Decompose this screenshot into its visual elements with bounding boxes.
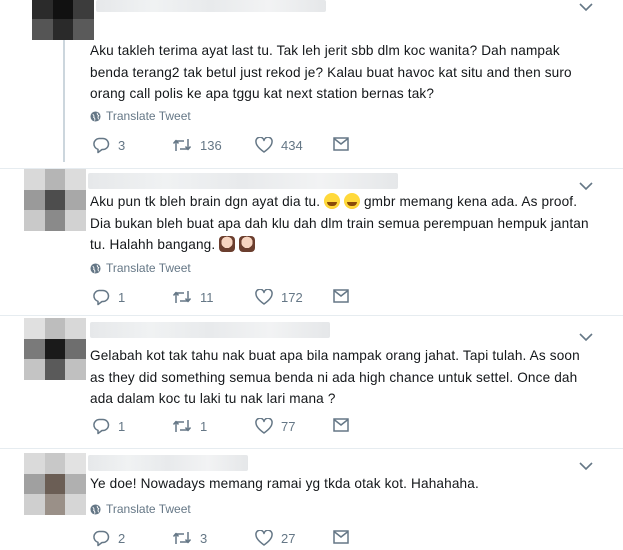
user-name-blurred[interactable] (88, 173, 398, 189)
tweet-text-part-1: Aku pun tk bleh brain dgn ayat dia tu. (90, 194, 325, 209)
tweet-text: Ye doe! Nowadays memang ramai yg tkda ot… (90, 476, 479, 491)
globe-icon (90, 110, 101, 122)
chevron-down-icon[interactable] (579, 332, 593, 342)
user-name-blurred[interactable] (88, 455, 248, 471)
avatar[interactable] (24, 318, 86, 380)
envelope-icon (333, 289, 349, 303)
face-with-tears-of-joy-emoji (344, 193, 361, 209)
chevron-down-icon[interactable] (579, 181, 593, 191)
reply-count: 1 (118, 419, 126, 434)
retweet-button[interactable]: 11 (172, 289, 214, 305)
translate-label: Translate Tweet (106, 109, 191, 123)
direct-message-button[interactable] (333, 137, 349, 151)
retweet-button[interactable]: 1 (172, 418, 207, 434)
face-with-tears-of-joy-emoji (324, 193, 341, 209)
reply-button[interactable]: 1 (92, 418, 125, 435)
retweet-count: 11 (200, 289, 214, 305)
user-name-blurred[interactable] (96, 0, 326, 12)
heart-icon (255, 289, 273, 305)
chevron-down-icon[interactable] (579, 2, 593, 12)
retweet-icon (172, 139, 192, 151)
tweet-text: Gelabah kot tak tahu nak buat apa bila n… (90, 348, 580, 406)
reply-button[interactable]: 1 (92, 289, 125, 306)
retweet-count: 3 (200, 530, 208, 546)
tweet-actions: 1 1 77 (92, 418, 392, 438)
reply-button[interactable]: 2 (92, 530, 125, 547)
person-raising-hand-emoji (219, 236, 236, 252)
like-button[interactable]: 434 (255, 137, 303, 153)
reply-icon (93, 418, 110, 435)
reply-count: 3 (118, 138, 126, 153)
translate-tweet-link[interactable]: Translate Tweet (90, 261, 191, 275)
envelope-icon (333, 530, 349, 544)
like-count: 172 (281, 289, 303, 305)
retweet-count: 1 (200, 418, 208, 434)
reply-count: 2 (118, 531, 126, 546)
retweet-icon (172, 291, 192, 303)
reply-icon (93, 530, 110, 547)
chevron-down-icon[interactable] (579, 461, 593, 471)
tweet-text: Aku pun tk bleh brain dgn ayat dia tu. g… (90, 191, 595, 256)
tweet-4[interactable]: Ye doe! Nowadays memang ramai yg tkda ot… (0, 449, 623, 547)
direct-message-button[interactable] (333, 418, 349, 432)
heart-icon (255, 418, 273, 434)
direct-message-button[interactable] (333, 530, 349, 544)
tweet-1[interactable]: Aku takleh terima ayat last tu. Tak leh … (0, 0, 623, 168)
avatar[interactable] (24, 453, 86, 515)
reply-count: 1 (118, 290, 126, 305)
translate-tweet-link[interactable]: Translate Tweet (90, 502, 191, 516)
heart-icon (255, 137, 273, 153)
avatar[interactable] (24, 169, 86, 231)
globe-icon (90, 262, 101, 274)
translate-label: Translate Tweet (106, 502, 191, 516)
reply-button[interactable]: 3 (92, 137, 125, 154)
direct-message-button[interactable] (333, 289, 349, 303)
tweet-actions: 3 136 434 (92, 137, 392, 157)
tweet-3[interactable]: Gelabah kot tak tahu nak buat apa bila n… (0, 316, 623, 448)
translate-tweet-link[interactable]: Translate Tweet (90, 109, 191, 123)
reply-icon (93, 289, 110, 306)
retweet-button[interactable]: 136 (172, 137, 222, 153)
envelope-icon (333, 137, 349, 151)
like-button[interactable]: 77 (255, 418, 295, 434)
like-button[interactable]: 172 (255, 289, 303, 305)
translate-label: Translate Tweet (106, 261, 191, 275)
like-count: 434 (281, 137, 303, 153)
retweet-icon (172, 420, 192, 432)
envelope-icon (333, 418, 349, 432)
avatar[interactable] (32, 0, 94, 40)
like-button[interactable]: 27 (255, 530, 295, 546)
tweet-actions: 1 11 172 (92, 289, 392, 309)
globe-icon (90, 503, 101, 515)
tweet-2[interactable]: Aku pun tk bleh brain dgn ayat dia tu. g… (0, 169, 623, 315)
tweet-actions: 2 3 27 (92, 530, 392, 550)
heart-icon (255, 530, 273, 546)
tweet-text: Aku takleh terima ayat last tu. Tak leh … (90, 43, 572, 101)
retweet-count: 136 (200, 137, 222, 153)
user-name-blurred[interactable] (90, 322, 330, 338)
retweet-button[interactable]: 3 (172, 530, 207, 546)
person-raising-hand-emoji (239, 236, 256, 252)
reply-icon (93, 137, 110, 154)
like-count: 77 (281, 418, 296, 434)
like-count: 27 (281, 530, 296, 546)
retweet-icon (172, 532, 192, 544)
